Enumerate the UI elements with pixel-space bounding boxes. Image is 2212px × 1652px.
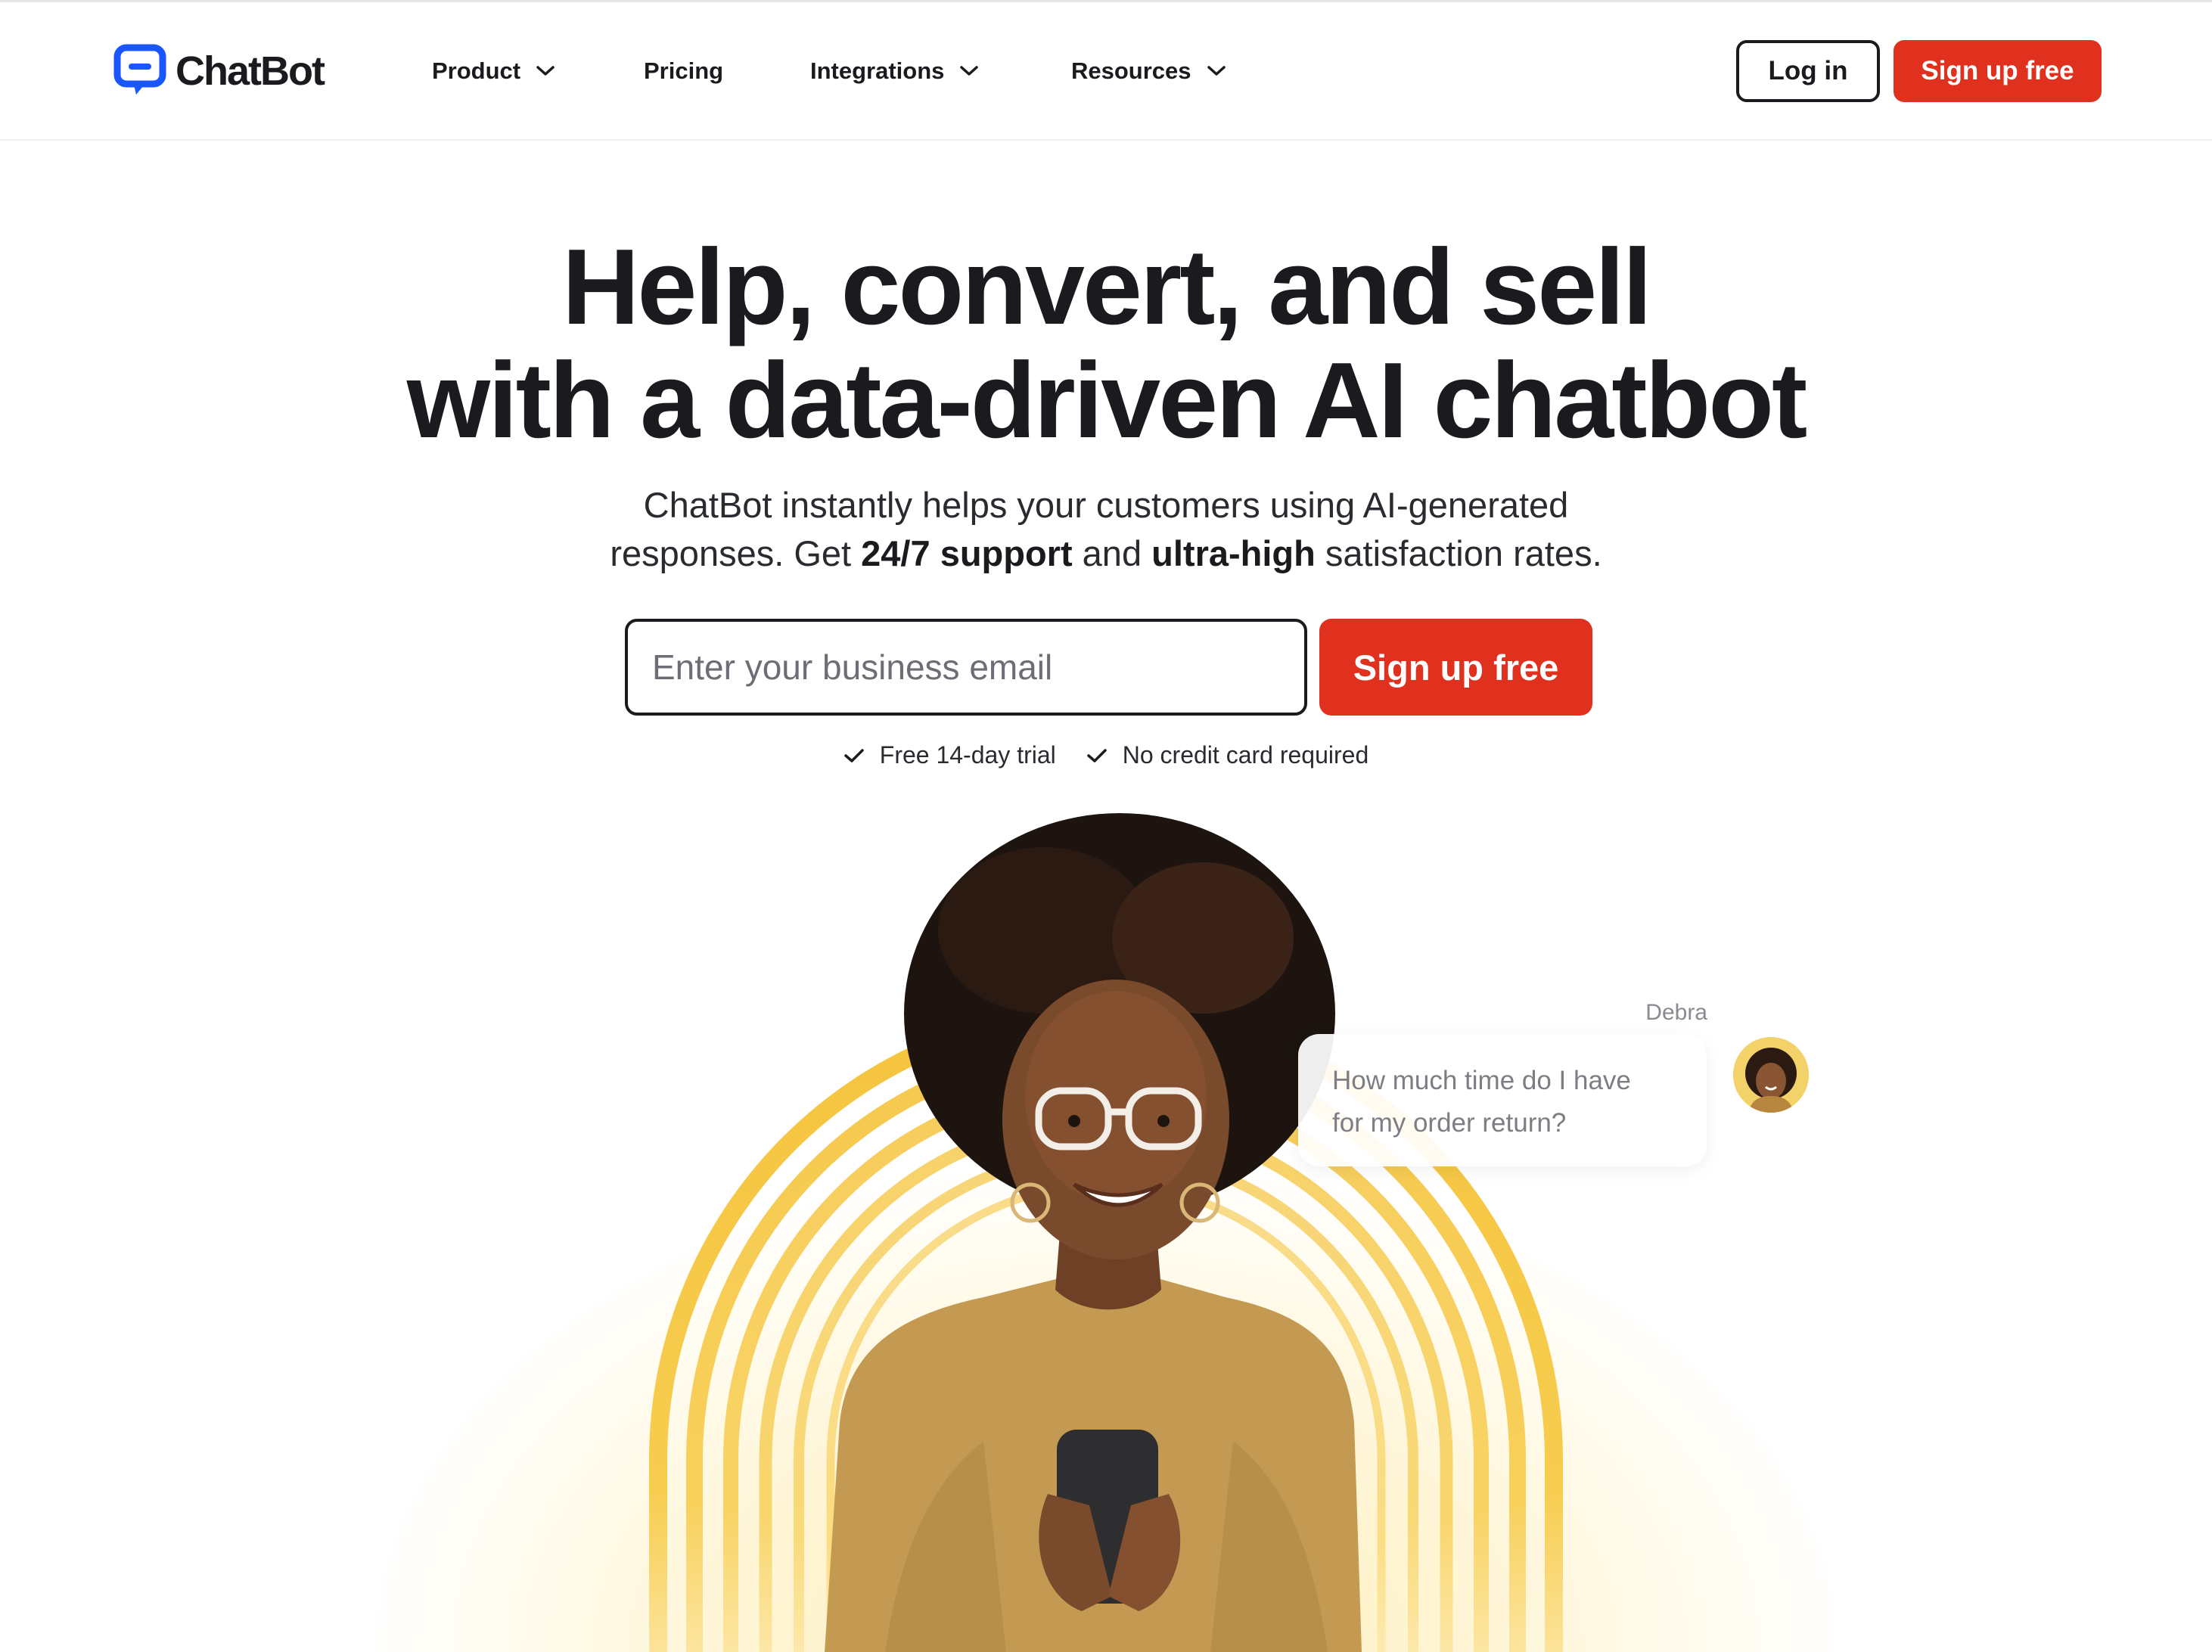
chat-message-bubble: How much time do I have for my order ret…: [1298, 1034, 1707, 1166]
chat-message-line-1: How much time do I have: [1332, 1066, 1631, 1095]
smiling-woman-with-phone-image: [825, 813, 1362, 1652]
avatar: [1733, 1037, 1809, 1113]
chat-sender-name: Debra: [1645, 1000, 1707, 1025]
user-avatar-icon: [1733, 1037, 1809, 1113]
chat-message-line-2: for my order return?: [1332, 1108, 1567, 1138]
